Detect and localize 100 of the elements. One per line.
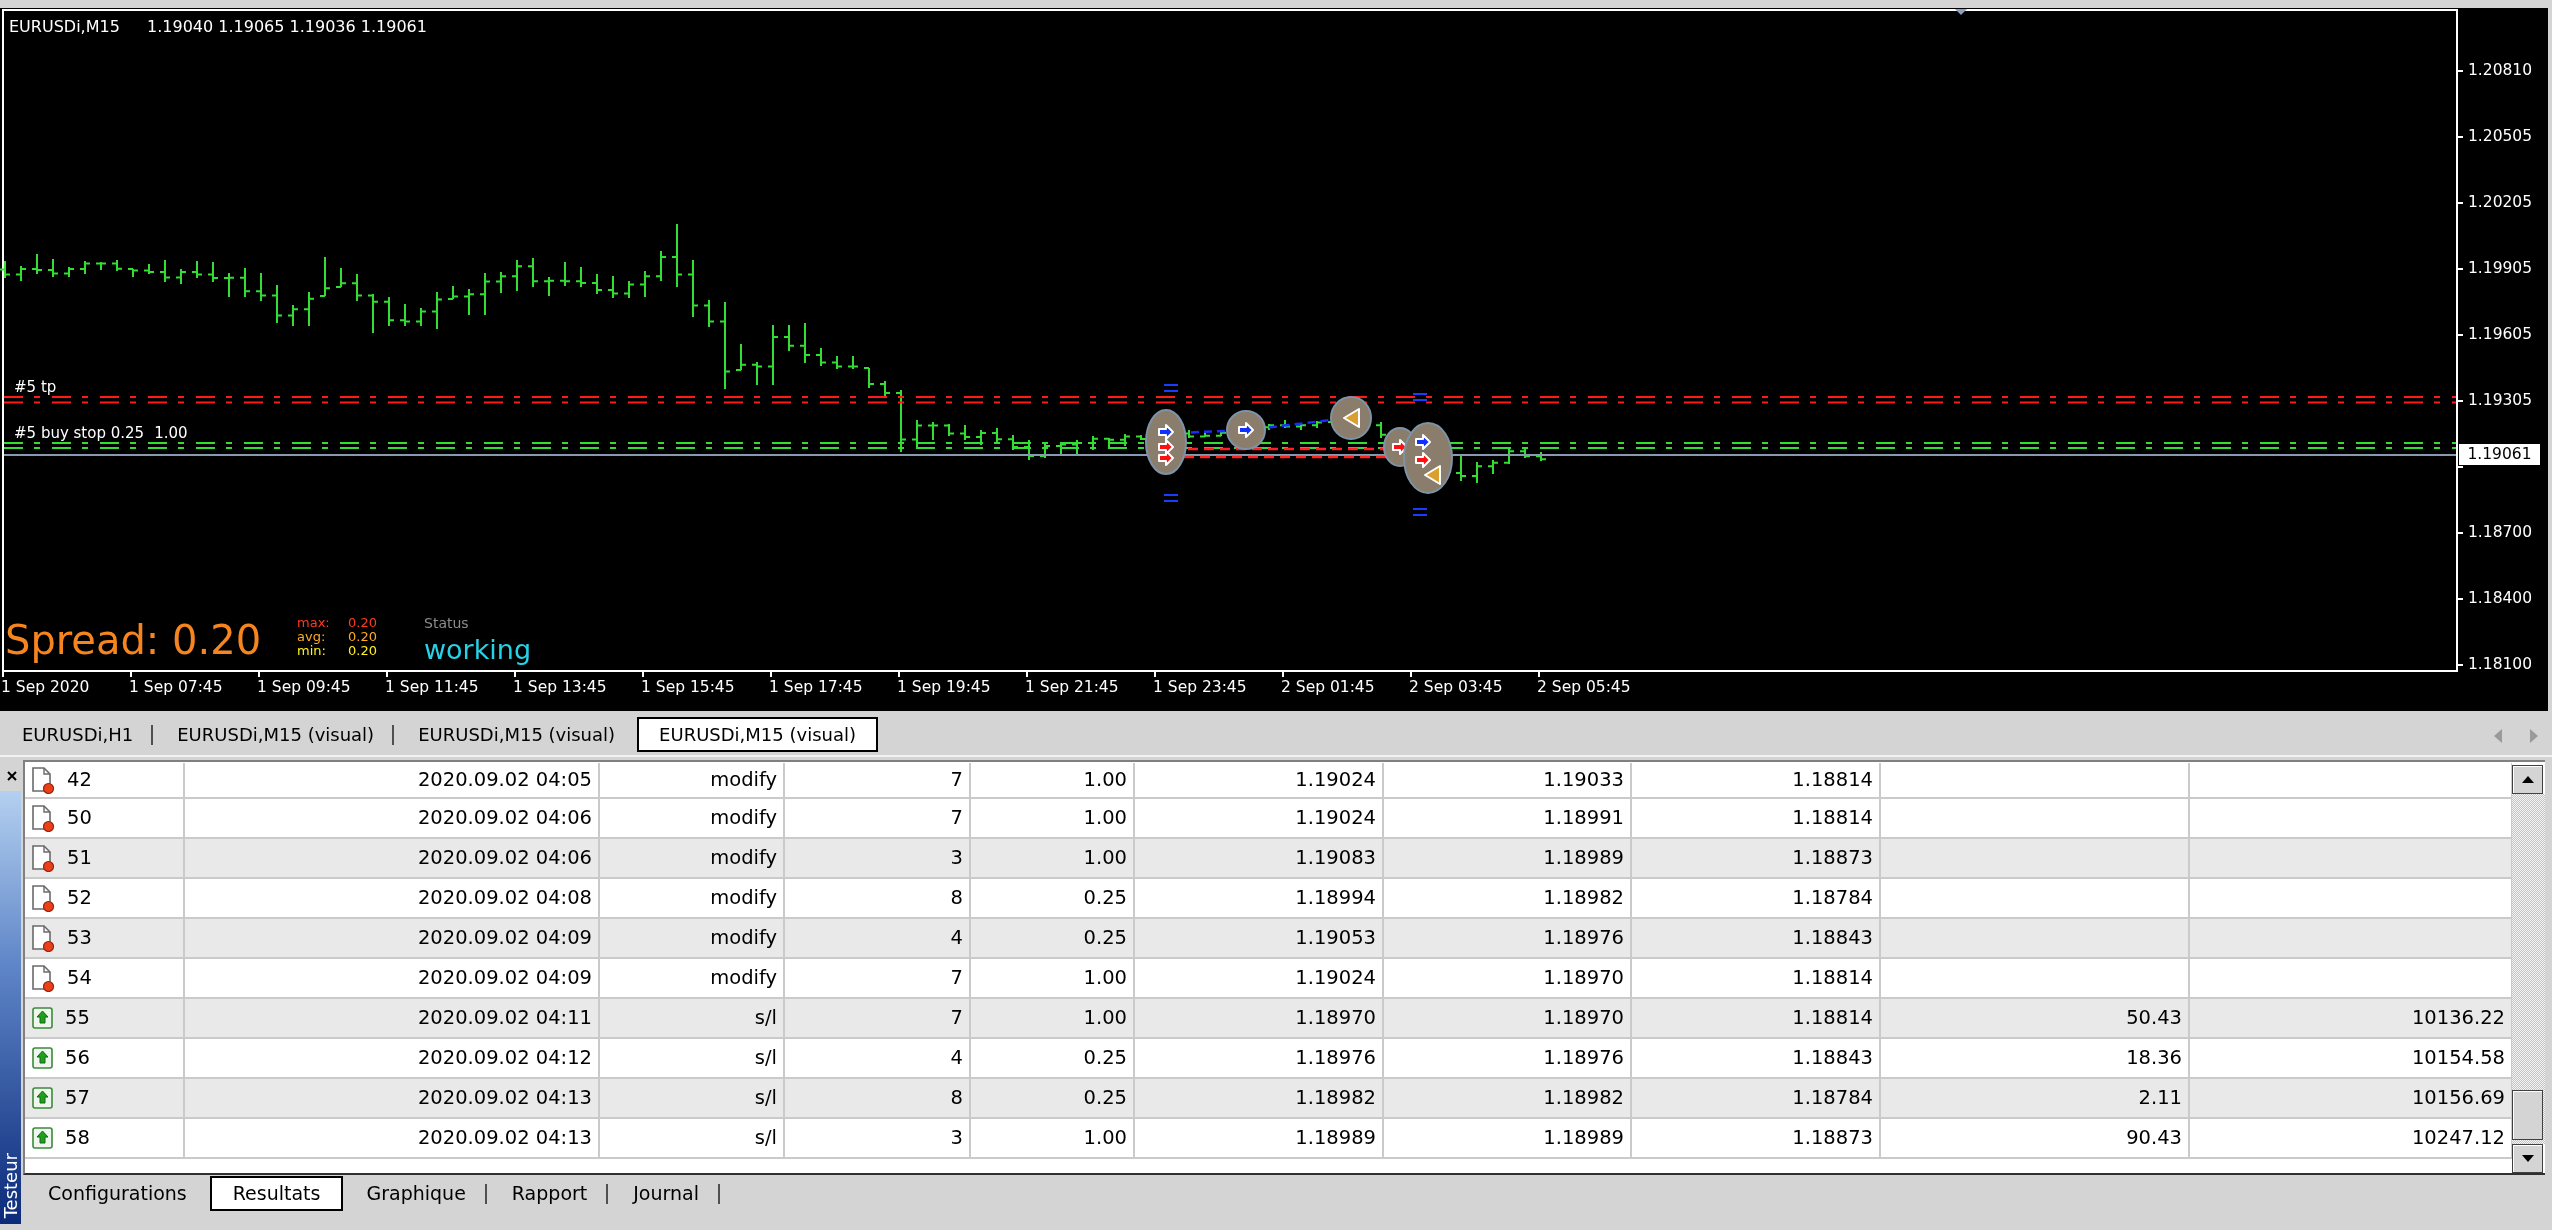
up-triangle-icon: [2521, 776, 2534, 783]
table-cell: 1.00: [970, 998, 1134, 1038]
double-dash-icon: [1163, 384, 1179, 392]
time-axis-label: 1 Sep 23:45: [1153, 680, 1247, 696]
time-axis-label: 1 Sep 13:45: [513, 680, 607, 696]
table-cell: 90.43: [1880, 1118, 2189, 1158]
table-row[interactable]: 53 2020.09.02 04:09 modify 4 0.25 1.19053 1.18976 1.18843: [25, 918, 2512, 958]
document-icon: [32, 844, 55, 872]
scroll-up-button[interactable]: [2512, 765, 2543, 794]
price-axis-label: 1.19905: [2468, 261, 2533, 277]
double-dash-icon: [1412, 508, 1428, 516]
price-axis-label: 1.19305: [2468, 393, 2533, 409]
table-cell: 0.25: [970, 1078, 1134, 1118]
table-cell: 1.19024: [1134, 763, 1383, 798]
table-row[interactable]: 51 2020.09.02 04:06 modify 3 1.00 1.19083 1.18989 1.18873: [25, 838, 2512, 878]
table-cell: 1.18873: [1631, 838, 1880, 878]
panel-title: Testeur: [0, 1152, 21, 1218]
table-cell: 1.18814: [1631, 998, 1880, 1038]
table-cell: s/l: [599, 998, 784, 1038]
table-cell: 1.18989: [1383, 838, 1631, 878]
tab[interactable]: Configurations: [25, 1176, 210, 1211]
table-cell: 8: [784, 1078, 970, 1118]
scroll-down-button[interactable]: [2512, 1144, 2543, 1173]
table-cell: 2020.09.02 04:05: [184, 763, 599, 798]
current-price-label: 1.19061: [2459, 444, 2540, 465]
table-cell: 1.19033: [1383, 763, 1631, 798]
document-icon: [32, 884, 55, 912]
table-cell: 7: [784, 763, 970, 798]
table-cell: 2020.09.02 04:09: [184, 918, 599, 958]
trade-marker-icon: [1330, 396, 1372, 440]
table-cell: 3: [784, 838, 970, 878]
table-cell: 2020.09.02 04:11: [184, 998, 599, 1038]
table-cell: 50: [67, 808, 92, 828]
status-value: working: [424, 636, 532, 663]
table-cell: 1.18989: [1134, 1118, 1383, 1158]
table-cell: s/l: [599, 1078, 784, 1118]
table-row[interactable]: 57 2020.09.02 04:13 s/l 8 0.25 1.18982 1.18982 1.18784 2.11 10156.69: [25, 1078, 2512, 1118]
time-axis-label: 2 Sep 03:45: [1409, 680, 1503, 696]
trade-marker-icon: [1226, 410, 1266, 450]
price-quotes: 1.19040 1.19065 1.19036 1.19061: [147, 19, 427, 35]
table-cell: 3: [784, 1118, 970, 1158]
table-cell: 1.18970: [1134, 998, 1383, 1038]
time-axis-label: 1 Sep 19:45: [897, 680, 991, 696]
time-axis-label: 1 Sep 09:45: [257, 680, 351, 696]
price-axis-label: 1.18700: [2468, 525, 2533, 541]
table-cell: modify: [599, 838, 784, 878]
price-axis-label: 1.19605: [2468, 327, 2533, 343]
time-axis-label: 2 Sep 05:45: [1537, 680, 1631, 696]
tab[interactable]: Resultats: [209, 1176, 344, 1211]
spread-stat-label: avg:: [297, 630, 327, 644]
table-cell: 1.18982: [1134, 1078, 1383, 1118]
order-line-label: 1.00: [154, 426, 188, 441]
order-line-label: #5 tp: [14, 380, 57, 395]
table-cell: 42: [67, 770, 92, 790]
document-icon: [32, 766, 55, 794]
table-row[interactable]: 42 2020.09.02 04:05 modify 7 1.00 1.19024 1.19033 1.18814: [25, 763, 2512, 798]
table-cell: 1.18989: [1383, 1118, 1631, 1158]
triangle-marker-icon: [1955, 9, 1967, 15]
spread-stat-label: min:: [297, 644, 327, 658]
table-cell: 2020.09.02 04:06: [184, 838, 599, 878]
spread-stat-value: 0.20: [348, 630, 377, 644]
table-cell: 58: [65, 1128, 90, 1148]
table-cell: 51: [67, 848, 92, 868]
table-cell: 57: [65, 1088, 90, 1108]
time-axis-label: 1 Sep 17:45: [769, 680, 863, 696]
scrollbar-thumb[interactable]: [2512, 1090, 2543, 1140]
table-cell: 2020.09.02 04:13: [184, 1078, 599, 1118]
status-label: Status: [424, 616, 469, 630]
table-cell: 1.00: [970, 763, 1134, 798]
time-axis-label: 1 Sep 11:45: [385, 680, 479, 696]
document-icon: [32, 964, 55, 992]
symbol-label: EURUSDi,M15: [9, 19, 120, 35]
document-icon: [32, 924, 55, 952]
table-cell: 1.18976: [1383, 918, 1631, 958]
spread-stat-value: 0.20: [348, 644, 377, 658]
tab[interactable]: EURUSDi,M15 (visual): [637, 717, 878, 752]
price-axis-label: 1.20505: [2468, 129, 2533, 145]
price-axis-label: 1.18400: [2468, 591, 2533, 607]
time-axis-label: 1 Sep 21:45: [1025, 680, 1119, 696]
price-axis-label: 1.18100: [2468, 657, 2533, 673]
table-row[interactable]: 58 2020.09.02 04:13 s/l 3 1.00 1.18989 1.18989 1.18873 90.43 10247.12: [25, 1118, 2512, 1158]
table-cell: 0.25: [970, 918, 1134, 958]
table-cell: 54: [67, 968, 92, 988]
table-cell: 1.18970: [1383, 998, 1631, 1038]
close-icon[interactable]: [6, 771, 17, 781]
tab[interactable]: EURUSDi,M15 (visual): [396, 717, 638, 752]
table-cell: 4: [784, 918, 970, 958]
table-cell: 1.18784: [1631, 1078, 1880, 1118]
table-cell: modify: [599, 918, 784, 958]
document-icon: [32, 804, 55, 832]
table-cell: 1.00: [970, 1118, 1134, 1158]
table-cell: 1.18814: [1631, 763, 1880, 798]
double-dash-icon: [1412, 393, 1428, 401]
table-cell: 2020.09.02 04:13: [184, 1118, 599, 1158]
table-cell: 2.11: [1880, 1078, 2189, 1118]
price-axis-label: 1.20810: [2468, 63, 2533, 79]
table-row[interactable]: 55 2020.09.02 04:11 s/l 7 1.00 1.18970 1.18970 1.18814 50.43 10136.22: [25, 998, 2512, 1038]
time-axis-label: 2 Sep 01:45: [1281, 680, 1375, 696]
table-cell: modify: [599, 763, 784, 798]
table-cell: 56: [65, 1048, 90, 1068]
